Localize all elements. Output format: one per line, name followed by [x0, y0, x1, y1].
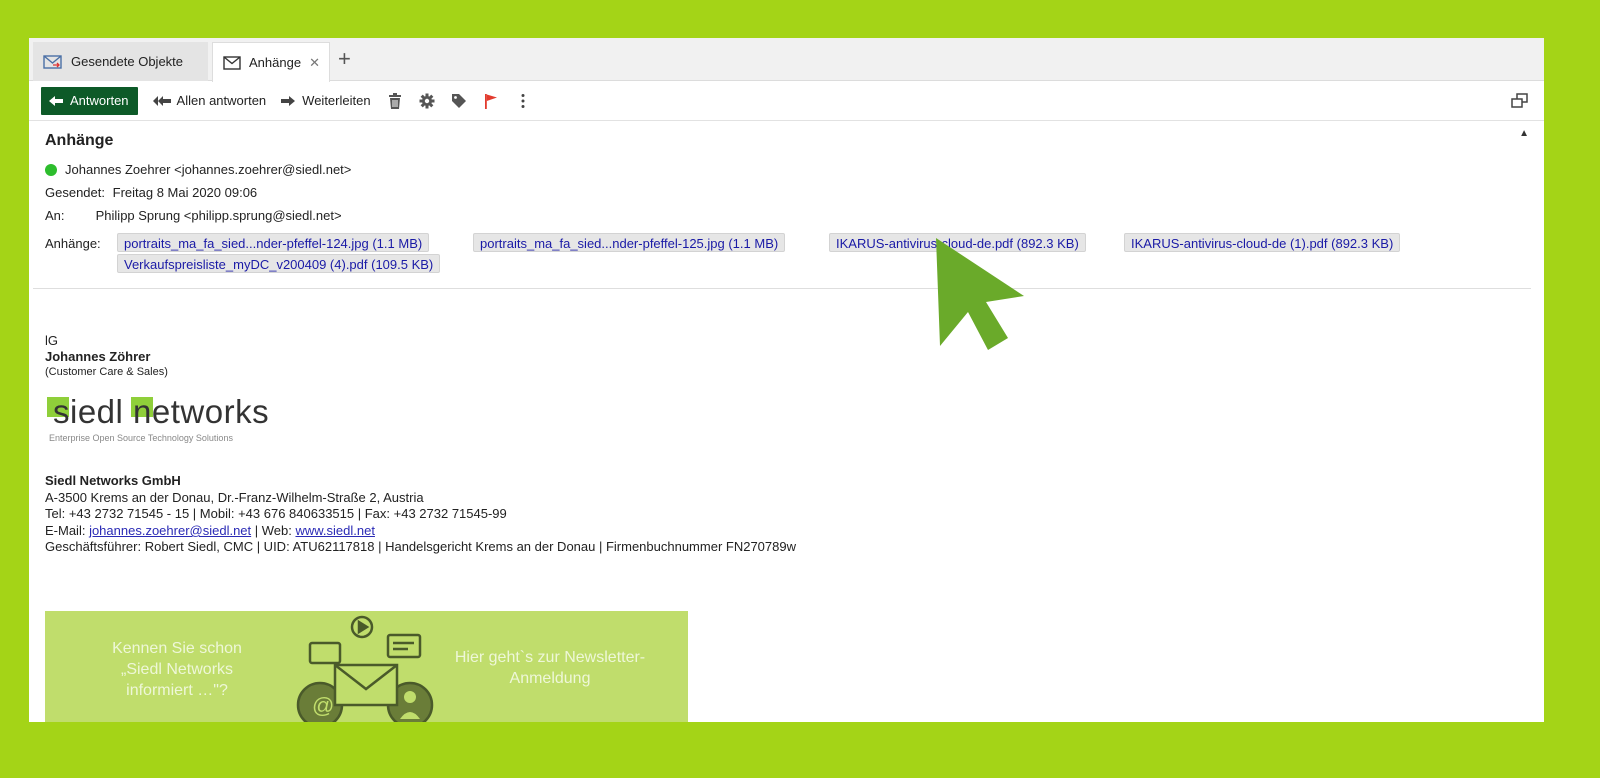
tab-sent-items[interactable]: Gesendete Objekte — [33, 42, 208, 81]
reply-button[interactable]: Antworten — [41, 86, 138, 115]
signature-name: Johannes Zöhrer — [45, 349, 151, 364]
forward-button[interactable]: Weiterleiten — [280, 93, 371, 108]
signature-role: (Customer Care & Sales) — [45, 366, 168, 378]
attachment-chip[interactable]: portraits_ma_fa_sied...nder-pfeffel-124.… — [117, 233, 430, 252]
web-prefix: | Web: — [251, 523, 296, 538]
company-logo: siedl networks Enterprise Open Source Te… — [47, 393, 287, 447]
newsletter-banner[interactable]: Kennen Sie schon „Siedl Networks informi… — [45, 611, 688, 722]
close-icon[interactable]: ✕ — [309, 55, 320, 71]
tab-label: Gesendete Objekte — [71, 54, 184, 69]
sent-mail-icon — [43, 54, 63, 69]
company-phone: Tel: +43 2732 71545 - 15 | Mobil: +43 67… — [45, 506, 507, 521]
sent-row: Gesendet: Freitag 8 Mai 2020 09:06 — [45, 185, 257, 200]
gear-icon[interactable] — [419, 93, 435, 109]
mouse-cursor-icon — [936, 238, 1024, 350]
svg-text:@: @ — [312, 693, 334, 718]
company-name: Siedl Networks GmbH — [45, 473, 181, 488]
flag-icon[interactable] — [483, 93, 499, 109]
sender: Johannes Zoehrer <johannes.zoehrer@siedl… — [45, 162, 351, 177]
logo-subtitle: Enterprise Open Source Technology Soluti… — [49, 433, 233, 443]
reply-all-label: Allen antworten — [176, 93, 267, 108]
greeting: lG — [45, 333, 58, 348]
attachment-chip[interactable]: portraits_ma_fa_sied...nder-pfeffel-125.… — [473, 233, 786, 252]
arrow-left-icon — [49, 95, 63, 106]
tag-icon[interactable] — [451, 93, 467, 109]
email-link[interactable]: johannes.zoehrer@siedl.net — [89, 523, 251, 538]
logo-text: siedl networks — [53, 393, 270, 430]
company-address: A-3500 Krems an der Donau, Dr.-Franz-Wil… — [45, 490, 424, 505]
reply-label: Antworten — [70, 93, 129, 108]
new-tab-icon[interactable]: + — [338, 48, 351, 70]
email-prefix: E-Mail: — [45, 523, 90, 538]
reply-all-button[interactable]: Allen antworten — [152, 93, 267, 108]
tab-label: Anhänge — [249, 55, 302, 70]
online-status-icon — [45, 163, 57, 176]
message-subject: Anhänge — [45, 132, 114, 149]
banner-signup-link[interactable]: Hier geht`s zur Newsletter-Anmeldung — [445, 647, 655, 689]
arrow-right-icon — [281, 95, 296, 106]
to-label: An: — [45, 208, 65, 223]
contact-line: E-Mail: johannes.zoehrer@siedl.net | Web… — [45, 523, 375, 538]
mail-icon — [223, 55, 241, 70]
attachment-chip[interactable]: IKARUS-antivirus-cloud-de (1).pdf (892.3… — [1124, 233, 1401, 252]
more-icon[interactable] — [515, 93, 531, 109]
attachments-label: Anhänge: — [45, 236, 101, 251]
attachment-chip[interactable]: Verkaufspreisliste_myDC_v200409 (4).pdf … — [117, 254, 441, 273]
web-link[interactable]: www.siedl.net — [295, 523, 374, 538]
reply-all-icon — [152, 95, 171, 106]
popout-icon[interactable] — [1511, 93, 1528, 112]
tab-bar: Gesendete Objekte Anhänge ✕ + — [29, 38, 1544, 82]
sender-address[interactable]: Johannes Zoehrer <johannes.zoehrer@siedl… — [65, 162, 351, 177]
forward-label: Weiterleiten — [302, 93, 371, 108]
trash-icon[interactable] — [387, 92, 403, 109]
newsletter-illustration: @ — [296, 615, 434, 722]
scroll-up-icon[interactable]: ▲ — [1519, 128, 1529, 139]
tab-attachments[interactable]: Anhänge ✕ — [212, 42, 330, 82]
sent-label: Gesendet: — [45, 185, 105, 200]
legal-info: Geschäftsführer: Robert Siedl, CMC | UID… — [45, 539, 796, 554]
to-row: An: Philipp Sprung <philipp.sprung@siedl… — [45, 208, 342, 223]
message-header: Anhänge ▲ Johannes Zoehrer <johannes.zoe… — [33, 122, 1531, 289]
recipient-address[interactable]: Philipp Sprung <philipp.sprung@siedl.net… — [96, 208, 342, 223]
sent-value: Freitag 8 Mai 2020 09:06 — [112, 185, 258, 200]
banner-question: Kennen Sie schon „Siedl Networks informi… — [112, 640, 242, 699]
toolbar: Antworten Allen antworten Weiterleiten — [29, 81, 1544, 121]
mail-window: Gesendete Objekte Anhänge ✕ + Antworten … — [29, 38, 1544, 722]
